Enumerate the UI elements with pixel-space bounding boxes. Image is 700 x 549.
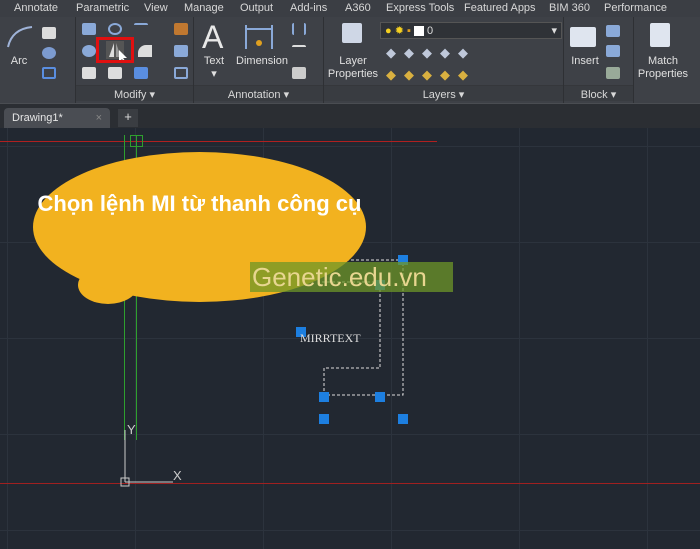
draw-panel: Arc	[0, 17, 76, 103]
layer-dropdown[interactable]: ● ✹ ▪ 0 ▾	[380, 22, 562, 39]
table-icon[interactable]	[292, 67, 306, 79]
insert-icon	[570, 27, 596, 47]
dimension-button[interactable]: Dimension	[234, 55, 290, 68]
block-panel: Insert Block ▾	[564, 17, 634, 103]
layers-panel: Layer Properties ● ✹ ▪ 0 ▾ ◆◆◆◆◆ ◆◆◆◆◆ L…	[324, 17, 564, 103]
red-line-top	[0, 141, 437, 142]
edit-attributes-icon[interactable]	[606, 67, 620, 79]
mirror-button-highlight[interactable]	[96, 37, 134, 63]
new-tab-button[interactable]: +	[118, 109, 138, 127]
rotate-icon[interactable]	[108, 23, 122, 35]
tab-annotate[interactable]: Annotate	[14, 2, 58, 14]
tab-express-tools[interactable]: Express Tools	[386, 2, 454, 14]
edit-block-icon[interactable]	[606, 45, 620, 57]
layer-on-icon: ●	[385, 25, 392, 37]
tab-view[interactable]: View	[144, 2, 168, 14]
trim-icon[interactable]	[134, 23, 148, 35]
linear-dimension-icon[interactable]	[292, 23, 306, 35]
copy-icon[interactable]	[82, 45, 96, 57]
tab-add-ins[interactable]: Add-ins	[290, 2, 327, 14]
insert-button[interactable]: Insert	[566, 55, 604, 68]
scale-icon[interactable]	[108, 67, 122, 79]
layer-properties-icon	[342, 23, 362, 43]
layers-panel-label[interactable]: Layers ▾	[324, 85, 563, 101]
current-layer-name: 0	[427, 25, 434, 37]
fillet-icon[interactable]	[138, 45, 152, 57]
stretch-icon[interactable]	[82, 67, 96, 79]
match-properties-button[interactable]: Match Properties	[634, 55, 692, 81]
explode-icon[interactable]	[174, 45, 188, 57]
tab-parametric[interactable]: Parametric	[76, 2, 129, 14]
layer-color-swatch	[413, 26, 424, 37]
ellipse-icon[interactable]	[42, 47, 56, 59]
dimension-icon	[245, 25, 273, 49]
layer-unlock-icon: ▪	[407, 25, 411, 37]
arc-button[interactable]: Arc	[6, 55, 32, 68]
annotation-panel: A Text ▾ Dimension Annotation ▾	[194, 17, 324, 103]
grip[interactable]	[398, 414, 408, 424]
move-icon[interactable]	[82, 23, 96, 35]
tab-manage[interactable]: Manage	[184, 2, 224, 14]
arc-icon	[7, 26, 33, 48]
document-tab[interactable]: Drawing1* ×	[4, 108, 110, 129]
mirror-icon	[106, 41, 127, 63]
create-block-icon[interactable]	[606, 25, 620, 37]
ucs-y-label: Y	[127, 422, 136, 437]
text-icon: A	[202, 19, 224, 55]
green-box	[130, 135, 143, 147]
tab-bim360[interactable]: BIM 360	[549, 2, 590, 14]
modify-panel-label[interactable]: Modify ▾	[76, 85, 193, 101]
block-panel-label[interactable]: Block ▾	[564, 85, 633, 101]
ucs-x-label: X	[173, 468, 182, 483]
tab-performance[interactable]: Performance	[604, 2, 667, 14]
grip[interactable]	[319, 392, 329, 402]
rectangle-icon[interactable]	[42, 27, 56, 39]
mirrtext-object[interactable]: MIRRTEXT	[300, 331, 361, 346]
ucs-icon: Y X	[120, 422, 182, 487]
document-tab-label: Drawing1*	[12, 112, 63, 124]
properties-panel: Match Properties	[634, 17, 700, 103]
grip[interactable]	[375, 392, 385, 402]
ribbon-tab-bar: Annotate Parametric View Manage Output A…	[0, 0, 700, 17]
modify-panel: Modify ▾	[76, 17, 194, 103]
document-tab-bar: Drawing1* × +	[0, 103, 700, 129]
text-button[interactable]: Text ▾	[200, 55, 228, 81]
tab-a360[interactable]: A360	[345, 2, 371, 14]
tab-output[interactable]: Output	[240, 2, 273, 14]
hatch-icon[interactable]	[42, 67, 56, 79]
leader-icon[interactable]	[292, 45, 306, 57]
grip[interactable]	[319, 414, 329, 424]
layer-thaw-icon: ✹	[394, 25, 404, 37]
watermark: Genetic.edu.vn	[250, 262, 453, 292]
match-properties-icon	[650, 23, 670, 47]
array-icon[interactable]	[134, 67, 148, 79]
layer-tools-row-2[interactable]: ◆◆◆◆◆	[386, 67, 476, 83]
offset-icon[interactable]	[174, 67, 188, 79]
layer-tools-row-1[interactable]: ◆◆◆◆◆	[386, 45, 476, 61]
tab-featured-apps[interactable]: Featured Apps	[464, 2, 536, 14]
erase-icon[interactable]	[174, 23, 188, 35]
chevron-down-icon: ▾	[551, 25, 557, 37]
annotation-panel-label[interactable]: Annotation ▾	[194, 85, 323, 101]
close-icon[interactable]: ×	[96, 112, 102, 124]
layer-properties-button[interactable]: Layer Properties	[326, 55, 380, 81]
red-line-bottom	[0, 483, 700, 484]
ribbon: Arc Modify ▾ A Text ▾ Dimension Annotatio…	[0, 17, 700, 103]
